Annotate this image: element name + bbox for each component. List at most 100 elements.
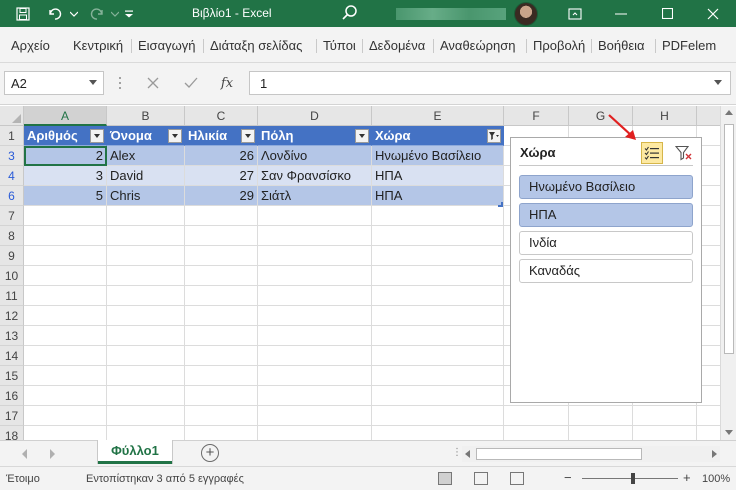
row-header[interactable]: 14 [0,346,24,366]
table-header-cell[interactable]: Πόλη [258,126,372,146]
tab-page-layout[interactable]: Διάταξη σελίδας [210,38,302,53]
table-resize-handle[interactable] [498,202,503,207]
table-cell[interactable]: Ηνωμένο Βασίλειο [372,146,504,166]
row-header[interactable]: 1 [0,126,24,146]
row-header[interactable]: 7 [0,206,24,226]
row-header[interactable]: 6 [0,186,24,206]
zoom-out-icon[interactable]: − [564,470,572,485]
tab-review[interactable]: Αναθεώρηση [440,38,516,53]
table-cell[interactable]: ΗΠΑ [372,166,504,186]
page-layout-view-icon[interactable] [474,472,488,485]
maximize-button[interactable] [644,0,690,27]
row-header[interactable]: 11 [0,286,24,306]
undo-icon[interactable] [44,0,66,27]
redo-icon[interactable] [86,0,108,27]
tab-pdfelement[interactable]: PDFelem [662,38,736,53]
scrollbar-thumb[interactable] [476,448,642,460]
table-header-cell[interactable]: Ηλικία [185,126,258,146]
table-header-cell[interactable]: Όνομα [107,126,185,146]
filter-applied-icon[interactable] [487,129,501,143]
formula-bar-resize-handle[interactable] [118,75,122,91]
expand-formula-bar-icon[interactable] [714,80,722,85]
select-all-corner[interactable] [0,106,24,126]
scroll-down-icon[interactable] [725,430,733,435]
undo-dropdown-icon[interactable] [68,0,80,27]
zoom-in-icon[interactable]: + [683,470,691,485]
name-box[interactable]: A2 [4,71,104,95]
tab-formulas[interactable]: Τύποι [323,38,356,53]
cancel-icon[interactable] [139,71,167,95]
row-header[interactable]: 9 [0,246,24,266]
column-header-b[interactable]: B [107,106,185,126]
name-box-dropdown-icon[interactable] [89,80,97,85]
row-header[interactable]: 17 [0,406,24,426]
row-header[interactable]: 18 [0,426,24,440]
table-cell[interactable]: Alex [107,146,185,166]
previous-sheet-icon[interactable] [22,449,27,459]
search-icon[interactable] [341,4,359,22]
multi-select-icon[interactable] [641,142,663,164]
close-button[interactable] [690,0,736,27]
column-header-c[interactable]: C [185,106,258,126]
zoom-slider[interactable] [582,478,678,479]
tab-insert[interactable]: Εισαγωγή [138,38,195,53]
save-icon[interactable] [14,0,32,27]
row-header[interactable]: 16 [0,386,24,406]
horizontal-scrollbar[interactable] [462,446,720,462]
table-cell[interactable]: 3 [24,166,107,186]
row-header[interactable]: 4 [0,166,24,186]
row-header[interactable]: 12 [0,306,24,326]
add-sheet-icon[interactable]: + [201,444,219,462]
slicer-item[interactable]: Ινδία [519,231,693,255]
next-sheet-icon[interactable] [50,449,55,459]
slicer-item[interactable]: ΗΠΑ [519,203,693,227]
column-header-f[interactable]: F [504,106,569,126]
minimize-button[interactable] [598,0,644,27]
table-cell[interactable]: ΗΠΑ [372,186,504,206]
insert-function-icon[interactable]: fx [213,71,241,95]
tab-help[interactable]: Βοήθεια [598,38,645,53]
vertical-scrollbar[interactable] [720,106,736,440]
table-cell[interactable]: 27 [185,166,258,186]
formula-input[interactable]: 1 [249,71,731,95]
row-header[interactable]: 10 [0,266,24,286]
sheet-tab-active[interactable]: Φύλλο1 [98,440,172,464]
user-avatar[interactable] [514,2,538,26]
row-header[interactable]: 13 [0,326,24,346]
row-header[interactable]: 8 [0,226,24,246]
column-header-d[interactable]: D [258,106,372,126]
column-header-e[interactable]: E [372,106,504,126]
column-header-next[interactable] [697,106,720,126]
clear-filter-icon[interactable] [673,143,695,163]
slicer-country[interactable]: Χώρα Ηνωμένο Βασίλειο ΗΠΑ Ινδία Καναδάς [510,137,702,403]
ribbon-display-options-icon[interactable] [552,0,598,27]
zoom-level[interactable]: 100% [702,473,730,485]
table-header-cell[interactable]: Χώρα [372,126,504,146]
table-cell[interactable]: Σαν Φρανσίσκο [258,166,372,186]
redo-dropdown-icon[interactable] [110,0,120,27]
table-cell[interactable]: Chris [107,186,185,206]
table-cell[interactable]: 26 [185,146,258,166]
table-cell[interactable]: Σιάτλ [258,186,372,206]
scrollbar-thumb[interactable] [724,124,734,354]
column-header-h[interactable]: H [633,106,697,126]
slicer-item[interactable]: Καναδάς [519,259,693,283]
tab-file[interactable]: Αρχείο [11,38,50,53]
zoom-slider-thumb[interactable] [631,473,635,484]
row-header[interactable]: 3 [0,146,24,166]
scroll-right-icon[interactable] [712,450,717,458]
tab-view[interactable]: Προβολή [533,38,585,53]
tab-home[interactable]: Κεντρική [73,38,123,53]
table-cell[interactable]: 29 [185,186,258,206]
filter-dropdown-icon[interactable] [90,129,104,143]
row-header[interactable]: 15 [0,366,24,386]
table-cell[interactable]: 5 [24,186,107,206]
enter-check-icon[interactable] [177,71,205,95]
worksheet-grid[interactable]: A B C D E F G H 1 3 4 6 7 8 9 10 11 12 1… [0,106,720,440]
table-cell[interactable]: Λονδίνο [258,146,372,166]
table-header-cell[interactable]: Αριθμός [24,126,107,146]
table-cell[interactable]: David [107,166,185,186]
filter-dropdown-icon[interactable] [355,129,369,143]
slicer-item[interactable]: Ηνωμένο Βασίλειο [519,175,693,199]
filter-dropdown-icon[interactable] [241,129,255,143]
